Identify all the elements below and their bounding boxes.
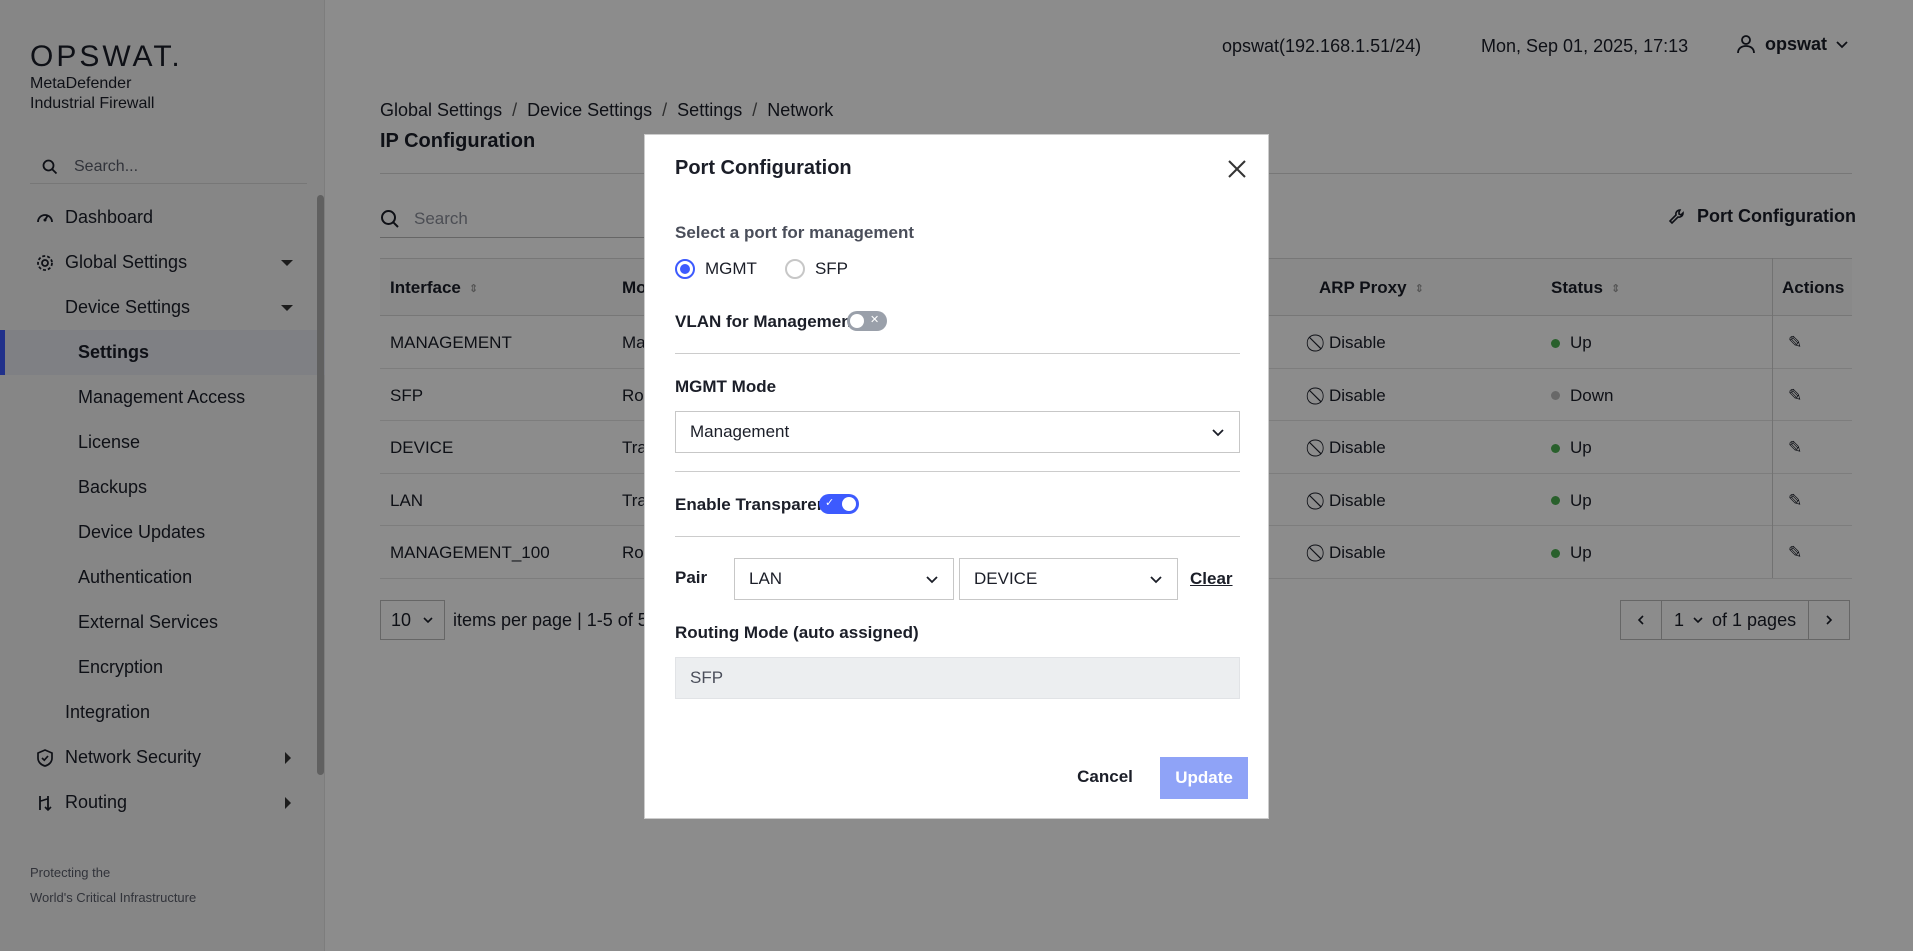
port-radio-group: MGMT SFP [675, 259, 848, 279]
mgmt-mode-label: MGMT Mode [675, 377, 777, 396]
routing-mode-value: SFP [690, 668, 724, 687]
cancel-button[interactable]: Cancel [1070, 757, 1140, 797]
select-port-label: Select a port for management [675, 223, 915, 242]
toggle-knob [850, 314, 864, 328]
dialog-title: Port Configuration [675, 157, 852, 179]
divider [675, 353, 1240, 354]
check-icon: ✓ [825, 497, 835, 509]
port-configuration-dialog: Port Configuration Select a port for man… [644, 134, 1269, 819]
chevron-down-icon [926, 576, 938, 584]
mgmt-mode-value: Management [690, 422, 790, 441]
radio-sfp[interactable] [784, 259, 805, 279]
chevron-down-icon [1212, 429, 1224, 437]
routing-mode-label: Routing Mode (auto assigned) [675, 623, 919, 642]
mgmt-mode-select[interactable]: Management [675, 411, 1240, 453]
radio-sfp-label[interactable]: SFP [815, 259, 848, 279]
vlan-toggle[interactable]: ✕ [847, 311, 887, 331]
clear-pair-link[interactable]: Clear [1190, 569, 1233, 589]
pair-second-value: DEVICE [974, 569, 1038, 588]
radio-mgmt-label[interactable]: MGMT [705, 259, 757, 279]
chevron-down-icon [1150, 576, 1162, 584]
x-icon: ✕ [870, 314, 880, 326]
pair-second-select[interactable]: DEVICE [959, 558, 1178, 600]
radio-mgmt[interactable] [675, 259, 695, 279]
update-button[interactable]: Update [1160, 757, 1248, 799]
pair-label: Pair [675, 568, 708, 587]
divider [675, 471, 1240, 472]
close-icon[interactable] [1225, 157, 1249, 181]
toggle-knob [842, 497, 856, 511]
vlan-label: VLAN for Management [675, 312, 858, 331]
pair-first-value: LAN [749, 569, 783, 588]
pair-first-select[interactable]: LAN [734, 558, 954, 600]
enable-transparent-toggle[interactable]: ✓ [819, 494, 859, 514]
routing-mode-field: SFP [675, 657, 1240, 699]
divider [675, 536, 1240, 537]
enable-transparent-label: Enable Transparent [675, 495, 833, 514]
